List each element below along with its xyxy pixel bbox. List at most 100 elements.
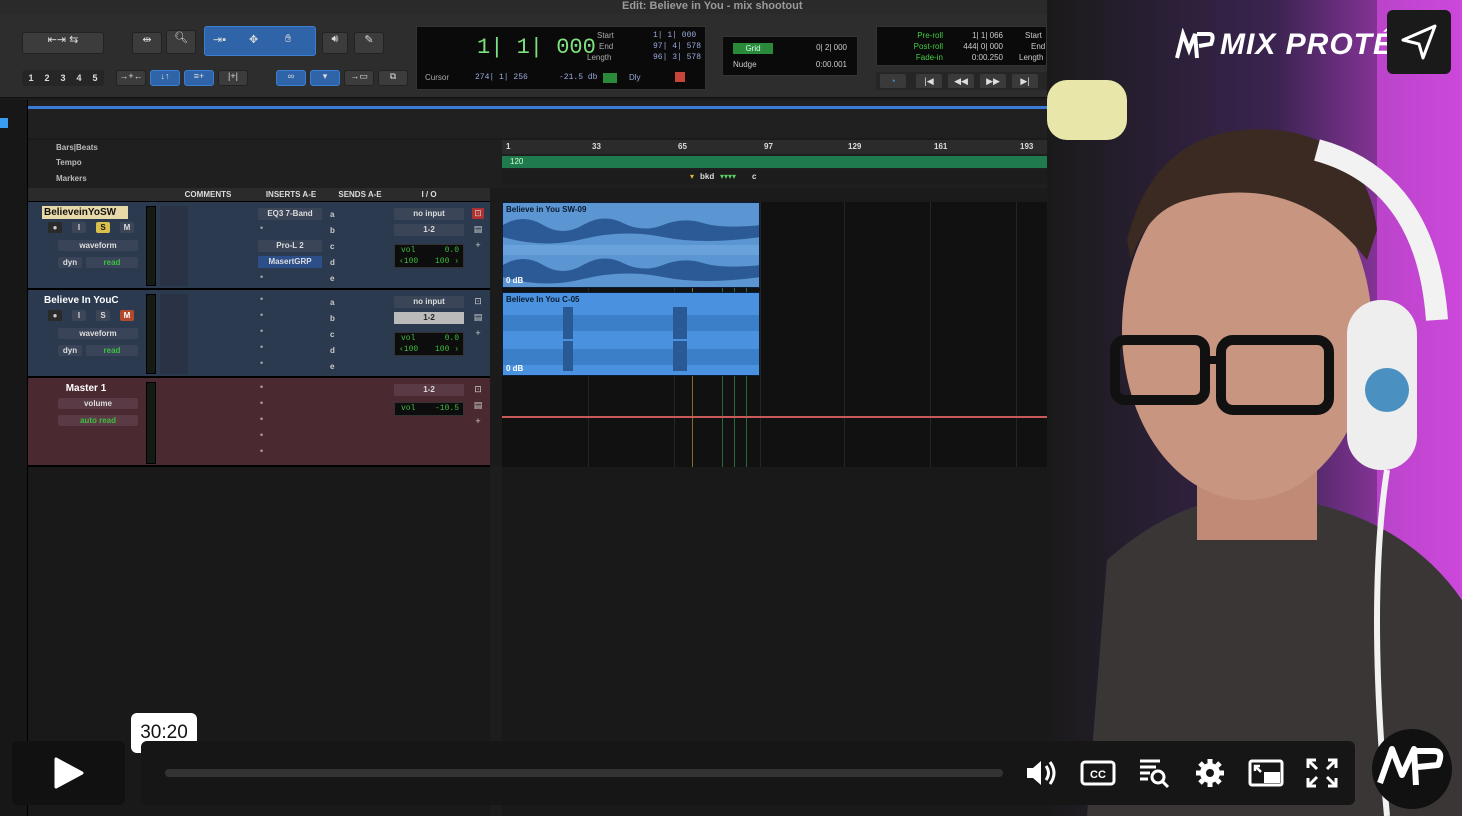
clip-gain[interactable]: 0 dB (506, 276, 523, 285)
solo-safe-icon[interactable] (675, 72, 685, 82)
pan-left[interactable]: ‹100 (399, 257, 418, 266)
insert-slot-d[interactable]: MasertGRP (258, 256, 322, 268)
marker-icon[interactable]: ▾ (690, 172, 694, 181)
preroll-label[interactable]: Pre-roll (883, 31, 943, 40)
send-slot-b[interactable]: b (330, 226, 335, 235)
tempo-lane[interactable]: 120 (502, 156, 1047, 168)
fullscreen-button[interactable] (1302, 755, 1342, 791)
zoomer-mode-icon[interactable]: ⇹ (132, 32, 162, 54)
fadein-label[interactable]: Fade-in (883, 53, 943, 62)
insert-slot-empty[interactable]: • (260, 414, 263, 424)
playlist-selector[interactable]: dyn (58, 345, 82, 356)
track-height-selector[interactable] (160, 294, 188, 374)
zoom-preset-3[interactable]: 3 (56, 71, 70, 85)
slip-mode-icon[interactable]: ↓↑ (150, 70, 180, 86)
clip-gain[interactable]: 0 dB (506, 364, 523, 373)
volume-readout[interactable]: vol -10.5 (394, 402, 464, 416)
selector-tool-icon[interactable]: ✥ (249, 33, 258, 46)
send-slot-a[interactable]: a (330, 210, 334, 219)
output-selector[interactable]: 1-2 (394, 312, 464, 324)
dly-indicator-icon[interactable] (603, 73, 617, 83)
output-selector[interactable]: 1-2 (394, 224, 464, 236)
marker-lane[interactable]: ▾ bkd ▾▾▾▾ c (502, 170, 1047, 184)
solo-button[interactable]: S (96, 222, 110, 233)
closed-captions-button[interactable]: CC (1078, 755, 1118, 791)
send-slot-e[interactable]: e (330, 362, 334, 371)
volume-pan-readout[interactable]: vol 0.0 ‹100 100 › (394, 244, 464, 268)
vol-value[interactable]: 0.0 (445, 246, 459, 255)
zoom-preset-2[interactable]: 2 (40, 71, 54, 85)
marker-label[interactable]: bkd (700, 172, 714, 181)
insert-slot-empty[interactable]: • (260, 326, 263, 336)
record-icon[interactable]: ⊡ (472, 296, 484, 307)
send-slot-e[interactable]: e (330, 274, 334, 283)
grid-label[interactable]: Grid (733, 43, 773, 54)
record-arm-icon[interactable]: ● (48, 222, 62, 233)
progress-bar[interactable] (165, 769, 1003, 777)
postroll-label[interactable]: Post-roll (883, 42, 943, 51)
go-to-end-icon[interactable]: ▶| (1012, 74, 1038, 88)
send-slot-c[interactable]: c (330, 242, 334, 251)
list-icon[interactable]: ▤ (472, 400, 484, 411)
trim-tool-icon[interactable]: ⇥▪ (213, 33, 226, 46)
pan-right[interactable]: 100 › (435, 257, 459, 266)
track-master-1[interactable]: Master 1 volume auto read • • • • • 1-2 … (28, 378, 490, 467)
send-slot-d[interactable]: d (330, 346, 335, 355)
track-height-selector[interactable] (160, 206, 188, 286)
start-value[interactable]: 1| 1| 000 (653, 31, 696, 40)
input-selector[interactable]: no input (394, 208, 464, 220)
nudge-label[interactable]: Nudge (733, 60, 757, 69)
insert-slot-empty[interactable]: • (260, 310, 263, 320)
shuffle-mode-icon[interactable]: →+← (116, 70, 146, 86)
marker-label-c[interactable]: c (752, 172, 756, 181)
record-icon[interactable]: ⊡ (472, 208, 484, 219)
track-believe-in-youc[interactable]: Believe In YouC ● I S M waveform dyn rea… (28, 290, 490, 378)
nudge-value[interactable]: 0:00.001 (816, 60, 847, 69)
smart-tool-group[interactable]: ⇥▪ ✥ ✋︎ (204, 26, 316, 56)
pan-right[interactable]: 100 › (435, 345, 459, 354)
record-icon[interactable]: ⊡ (472, 384, 484, 395)
end-value[interactable]: 97| 4| 578 (653, 42, 701, 51)
track-view-selector[interactable]: waveform (58, 328, 138, 339)
pencil-tool-icon[interactable]: ✎ (354, 32, 384, 54)
picture-in-picture-button[interactable] (1246, 755, 1286, 791)
send-slot-b[interactable]: b (330, 314, 335, 323)
track-view-selector[interactable]: volume (58, 398, 138, 409)
send-slot-d[interactable]: d (330, 258, 335, 267)
add-icon[interactable]: + (472, 416, 484, 427)
marker-icon[interactable]: ▾▾▾▾ (720, 172, 736, 181)
volume-button[interactable] (1021, 755, 1061, 791)
add-icon[interactable]: + (472, 328, 484, 339)
zoom-tool-icon[interactable]: 🔍︎ (166, 30, 196, 54)
universe-overview[interactable] (28, 100, 1047, 138)
vol-value[interactable]: 0.0 (445, 334, 459, 343)
output-selector[interactable]: 1-2 (394, 384, 464, 396)
insertion-follows-icon[interactable]: →▭ (344, 70, 374, 86)
automation-mode-selector[interactable]: auto read (58, 415, 138, 426)
edit-timeline[interactable]: Believe in You SW-09 0 dB Believe In You… (502, 202, 1047, 467)
input-monitor-button[interactable]: I (72, 310, 86, 321)
insert-slot-a[interactable]: EQ3 7-Band (258, 208, 322, 220)
mute-button[interactable]: M (120, 222, 134, 233)
add-icon[interactable]: + (472, 240, 484, 251)
zoom-preset-1[interactable]: 1 (24, 71, 38, 85)
audio-clip[interactable]: Believe in You SW-09 0 dB (502, 202, 760, 288)
grabber-tool-icon[interactable]: ✋︎ (285, 33, 291, 46)
main-counter[interactable]: 1| 1| 000 Start End Length 1| 1| 000 97|… (416, 26, 706, 90)
list-icon[interactable]: ▤ (472, 312, 484, 323)
track-name[interactable]: Believe In YouC (42, 294, 128, 307)
automation-mode-selector[interactable]: read (86, 257, 138, 268)
send-slot-a[interactable]: a (330, 298, 334, 307)
input-monitor-button[interactable]: I (72, 222, 86, 233)
volume-pan-readout[interactable]: vol 0.0 ‹100 100 › (394, 332, 464, 356)
zoom-preset-4[interactable]: 4 (72, 71, 86, 85)
pan-left[interactable]: ‹100 (399, 345, 418, 354)
insert-slot-empty[interactable]: • (260, 223, 263, 233)
vol-value[interactable]: -10.5 (435, 404, 459, 413)
send-slot-c[interactable]: c (330, 330, 334, 339)
zoom-toggle-button[interactable]: ⇤⇥ ⇆ (22, 32, 104, 54)
insert-slot-empty[interactable]: • (260, 294, 263, 304)
record-arm-icon[interactable]: ● (48, 310, 62, 321)
settings-button[interactable] (1190, 755, 1230, 791)
automation-mode-selector[interactable]: read (86, 345, 138, 356)
